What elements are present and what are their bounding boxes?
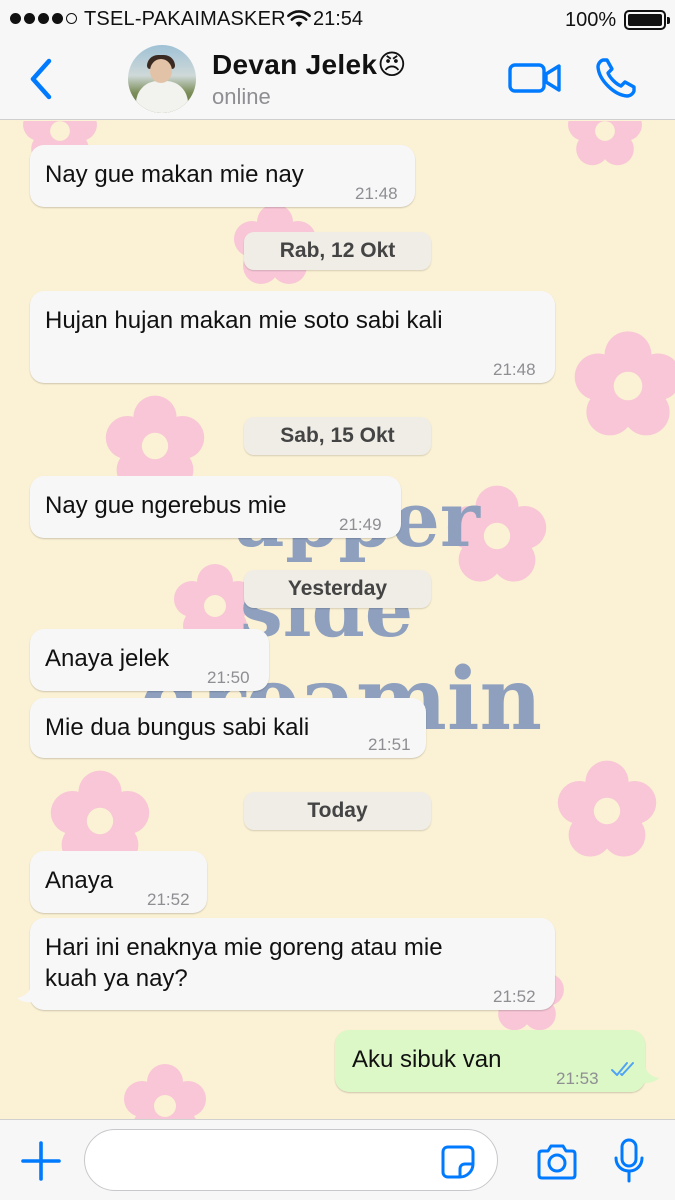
message-bubble-incoming[interactable]: Hujan hujan makan mie soto sabi kali 21:… [30,291,555,383]
date-separator: Rab, 12 Okt [244,232,431,270]
contact-name[interactable]: Devan Jelek😠 [212,48,407,81]
chat-header: Devan Jelek😠 online [0,40,675,120]
message-bubble-incoming[interactable]: Anaya 21:52 [30,851,207,913]
message-text: Aku sibuk van [352,1046,502,1073]
camera-icon[interactable] [535,1142,579,1182]
message-bubble-incoming[interactable]: Mie dua bungus sabi kali 21:51 [30,698,426,758]
wifi-icon [287,10,311,27]
date-separator: Today [244,792,431,830]
message-bubble-incoming[interactable]: Nay gue makan mie nay 21:48 [30,145,415,207]
message-text: Hujan hujan makan mie soto sabi kali [45,307,443,334]
date-separator: Yesterday [244,570,431,608]
status-bar: TSEL-PAKAIMASKER 21:54 100% [0,0,675,40]
plus-icon[interactable] [20,1140,62,1182]
contact-status: online [212,84,271,109]
message-time: 21:52 [493,987,536,1006]
date-separator: Sab, 15 Okt [244,417,431,455]
message-bubble-outgoing[interactable]: Aku sibuk van 21:53 [335,1030,645,1092]
message-time: 21:50 [207,668,250,687]
microphone-icon[interactable] [612,1138,646,1184]
message-bubble-incoming[interactable]: Hari ini enaknya mie goreng atau mie kua… [30,918,555,1010]
back-chevron-icon[interactable] [24,56,60,102]
carrier-name: TSEL-PAKAIMASKER [84,8,286,30]
message-text: Nay gue ngerebus mie [45,492,287,519]
message-text: Nay gue makan mie nay [45,161,304,188]
chat-area[interactable]: upper side dreamin Nay gue makan mie nay… [0,121,675,1119]
message-input[interactable] [84,1129,498,1191]
video-call-icon[interactable] [508,58,562,98]
sticker-icon[interactable] [440,1144,476,1180]
message-time: 21:52 [147,890,190,909]
message-time: 21:48 [355,184,398,203]
battery-percentage: 100% [565,9,617,31]
message-time: 21:49 [339,515,382,534]
phone-icon[interactable] [594,56,638,100]
message-text: Hari ini enaknya mie goreng atau mie kua… [45,934,443,992]
battery-icon [624,10,670,30]
status-time: 21:54 [313,8,364,30]
message-time: 21:53 [556,1069,599,1088]
message-bubble-incoming[interactable]: Nay gue ngerebus mie 21:49 [30,476,401,538]
message-input-bar [0,1119,675,1200]
message-text: Anaya [45,867,114,894]
message-time: 21:51 [368,735,411,754]
contact-avatar[interactable] [128,45,196,113]
bubble-tail [17,985,40,1003]
message-bubble-incoming[interactable]: Anaya jelek 21:50 [30,629,269,691]
double-check-icon [611,1062,634,1076]
signal-strength-icon [10,13,77,24]
message-text: Anaya jelek [45,645,170,672]
message-time: 21:48 [493,360,536,379]
message-text: Mie dua bungus sabi kali [45,714,310,741]
